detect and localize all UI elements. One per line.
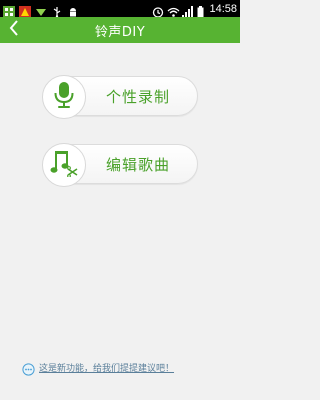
notification-icons xyxy=(3,3,79,18)
clock: 14:58 xyxy=(209,2,237,15)
edit-song-button[interactable]: 编辑歌曲 xyxy=(42,143,198,187)
usb-icon xyxy=(51,3,63,18)
chevron-left-icon xyxy=(9,20,19,40)
alarm-icon xyxy=(152,3,164,18)
system-icons: 14:58 xyxy=(152,2,237,18)
wifi-icon xyxy=(167,3,180,17)
page-title: 铃声DIY xyxy=(94,24,146,40)
back-button[interactable] xyxy=(4,20,24,40)
title-bar: 铃声DIY xyxy=(0,17,240,43)
record-icon-badge xyxy=(42,75,86,119)
app-icon xyxy=(3,3,15,18)
microphone-icon xyxy=(53,81,75,113)
music-scissors-icon xyxy=(49,149,79,181)
signal-icon xyxy=(182,3,194,18)
record-button[interactable]: 个性录制 xyxy=(42,75,198,119)
stop-icon xyxy=(19,3,31,18)
speech-bubble-icon xyxy=(22,361,35,376)
edit-icon-badge xyxy=(42,143,86,187)
edit-song-label: 编辑歌曲 xyxy=(106,155,171,174)
feedback-link[interactable]: 这是新功能，给我们提提建议吧！ xyxy=(22,360,175,376)
status-bar: 14:58 xyxy=(0,0,240,18)
record-label: 个性录制 xyxy=(106,87,171,106)
battery-icon xyxy=(197,3,204,17)
feedback-text: 这是新功能，给我们提提建议吧！ xyxy=(39,363,175,374)
download-icon xyxy=(35,3,47,16)
android-icon xyxy=(67,3,79,16)
